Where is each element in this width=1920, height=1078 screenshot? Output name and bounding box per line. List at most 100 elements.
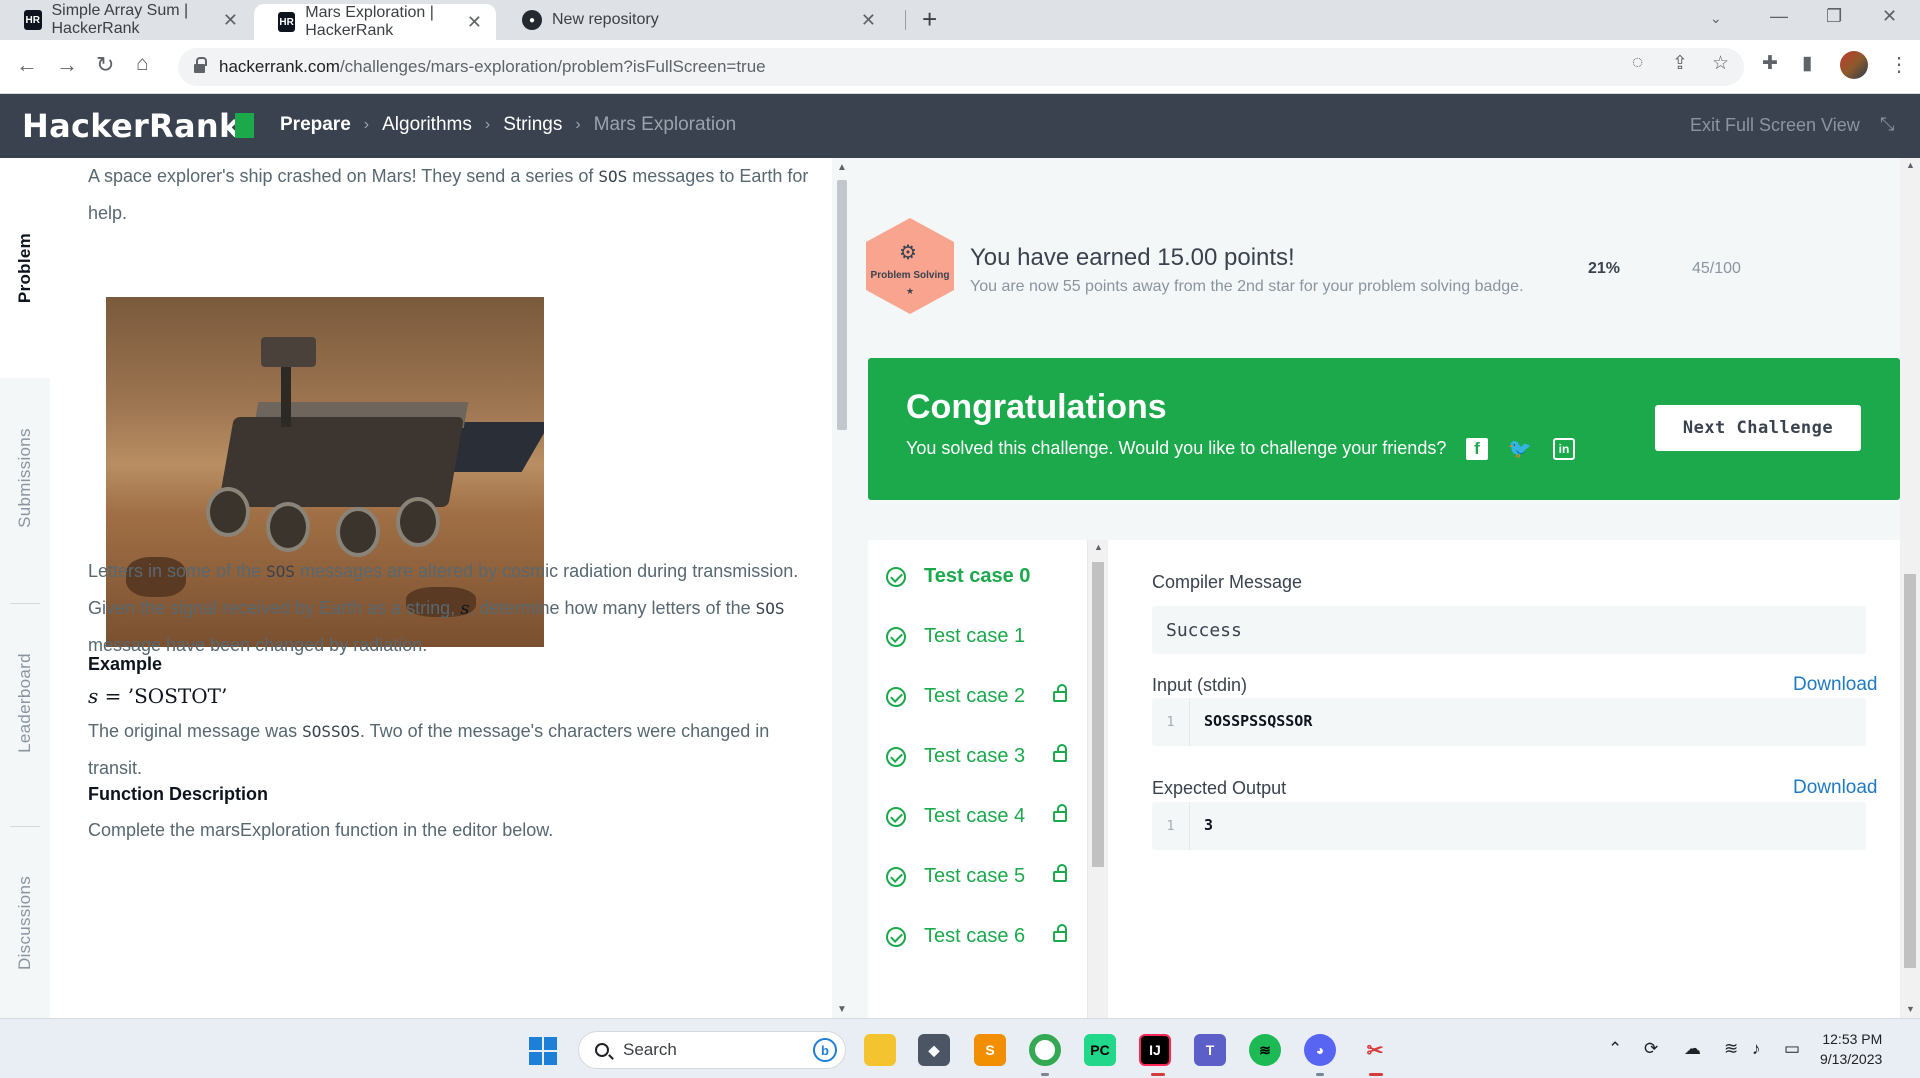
scroll-up-arrow-icon[interactable]: ▲ (837, 162, 847, 173)
breadcrumb-strings[interactable]: Strings (503, 114, 562, 136)
close-tab-icon[interactable]: ✕ (861, 10, 876, 31)
test-case-label: Test case 0 (924, 565, 1031, 587)
hackerrank-header: HackerRank Prepare › Algorithms › String… (0, 94, 1920, 158)
reload-icon[interactable]: ↻ (96, 52, 114, 78)
snipping-tool-icon[interactable]: ✂ (1359, 1034, 1391, 1066)
problem-intro: A space explorer's ship crashed on Mars!… (88, 166, 809, 223)
breadcrumb-algorithms[interactable]: Algorithms (382, 114, 472, 136)
github-favicon-icon: ● (522, 10, 542, 30)
onedrive-icon[interactable]: ☁ (1684, 1039, 1701, 1059)
scroll-down-arrow-icon[interactable]: ▼ (1906, 1004, 1915, 1014)
exit-fullscreen-icon[interactable]: ⤡ (1880, 114, 1894, 135)
problem-paragraph-3: The original message was SOSSOS. Two of … (88, 721, 770, 778)
tray-chevron-up-icon[interactable]: ⌃ (1608, 1039, 1622, 1059)
scroll-down-arrow-icon[interactable]: ▼ (837, 1004, 847, 1015)
side-tab-submissions[interactable]: Submissions (0, 378, 50, 578)
linkedin-icon[interactable]: in (1553, 438, 1575, 460)
scroll-up-arrow-icon[interactable]: ▲ (1906, 160, 1915, 170)
wifi-icon[interactable]: ≋ (1724, 1039, 1738, 1059)
bookmark-star-icon[interactable]: ☆ (1712, 52, 1729, 75)
facebook-icon[interactable]: f (1466, 438, 1488, 460)
side-tab-label: Leaderboard (15, 653, 34, 753)
home-icon[interactable]: ⌂ (136, 52, 149, 76)
sublime-text-icon[interactable]: S (974, 1034, 1006, 1066)
download-input-link[interactable]: Download (1793, 674, 1878, 696)
extensions-puzzle-icon[interactable]: ✚ (1762, 52, 1778, 75)
scrollbar-thumb[interactable] (1092, 562, 1104, 867)
lock-icon (1053, 804, 1067, 822)
browser-tab-mars-exploration[interactable]: HR Mars Exploration | HackerRank ✕ (254, 4, 496, 40)
browser-menu-icon[interactable]: ⋮ (1889, 52, 1909, 77)
windows-start-icon[interactable] (529, 1037, 557, 1065)
badge-icon: ⚙ (899, 242, 917, 264)
forward-arrow-icon[interactable]: → (56, 52, 78, 78)
spotify-icon[interactable]: ≋ (1249, 1034, 1281, 1066)
expected-output-box: 1 3 (1152, 802, 1866, 850)
side-tab-discussions[interactable]: Discussions (0, 828, 50, 1018)
lock-icon (1053, 864, 1067, 882)
test-results-panel: Test case 0 Test case 1 Test case 2 Test… (868, 540, 1900, 1018)
back-arrow-icon[interactable]: ← (16, 52, 38, 78)
test-case-item[interactable]: Test case 6 (868, 900, 1088, 973)
teams-icon[interactable]: T (1194, 1034, 1226, 1066)
chevron-right-icon: › (363, 116, 370, 133)
unity-icon[interactable]: ◆ (918, 1034, 950, 1066)
bing-icon[interactable]: b (813, 1038, 837, 1062)
eye-slash-icon[interactable]: ◌ (1632, 52, 1643, 74)
battery-icon[interactable]: ▭ (1784, 1039, 1800, 1059)
tab-search-chevron-icon[interactable]: ⌄ (1710, 10, 1722, 27)
download-expected-link[interactable]: Download (1793, 777, 1878, 799)
profile-avatar[interactable] (1840, 51, 1868, 79)
scrollbar-thumb[interactable] (1904, 574, 1916, 968)
sync-icon[interactable]: ⟳ (1644, 1039, 1658, 1059)
minimize-icon[interactable]: — (1770, 6, 1788, 27)
running-indicator (1316, 1073, 1324, 1076)
address-bar[interactable]: hackerrank.com/challenges/mars-explorati… (178, 48, 1744, 86)
clock-time: 12:53 PM (1822, 1031, 1883, 1047)
restore-icon[interactable]: ❐ (1826, 6, 1842, 27)
discord-icon[interactable]: ◕ (1304, 1034, 1336, 1066)
taskbar-search-label: Search (623, 1040, 677, 1059)
taskbar-clock[interactable]: 12:53 PM 9/13/2023 (1820, 1029, 1882, 1069)
intellij-icon[interactable]: IJ (1139, 1034, 1171, 1066)
test-case-label: Test case 1 (924, 625, 1026, 647)
compiler-message-box: Success (1152, 606, 1866, 654)
hackerrank-logo[interactable]: HackerRank (22, 107, 241, 145)
side-tab-label: Submissions (15, 428, 34, 528)
lock-icon (1053, 924, 1067, 942)
example-equation: s = ’SOSTOT’ (88, 684, 228, 708)
taskbar-search[interactable]: Search b (578, 1031, 846, 1069)
page-scrollbar[interactable]: ▲ ▼ (1900, 158, 1920, 1018)
url-path: /challenges/mars-exploration/problem?isF… (339, 57, 766, 76)
window-close-icon[interactable]: ✕ (1882, 6, 1897, 27)
side-tab-problem[interactable]: Problem (0, 158, 50, 378)
browser-tab-simple-array-sum[interactable]: HR Simple Array Sum | HackerRank ✕ (0, 0, 252, 40)
browser-tab-new-repository[interactable]: ● New repository ✕ (498, 0, 906, 40)
close-tab-icon[interactable]: ✕ (467, 12, 482, 33)
file-explorer-icon[interactable] (864, 1034, 896, 1066)
pycharm-icon[interactable]: PC (1084, 1034, 1116, 1066)
problem-scrollbar[interactable]: ▲ ▼ (832, 158, 852, 1018)
new-tab-plus-icon[interactable]: + (922, 4, 937, 35)
close-tab-icon[interactable]: ✕ (223, 10, 238, 31)
side-tab-leaderboard[interactable]: Leaderboard (0, 608, 50, 798)
chrome-icon[interactable] (1029, 1034, 1061, 1066)
problem-paragraph-2: Letters in some of the SOS messages are … (88, 561, 799, 655)
side-panel-icon[interactable]: ▮ (1802, 52, 1812, 75)
tab-divider (905, 10, 906, 30)
scrollbar-thumb[interactable] (837, 180, 847, 430)
next-challenge-button[interactable]: Next Challenge (1655, 405, 1861, 451)
hackerrank-favicon-icon: HR (278, 12, 296, 32)
test-case-scrollbar[interactable]: ▲ (1088, 540, 1108, 1018)
url-host: hackerrank.com (219, 57, 340, 76)
side-tab-divider (10, 826, 40, 827)
share-icon[interactable]: ⇪ (1672, 52, 1688, 75)
points-earned-text: You have earned 15.00 points! (970, 244, 1295, 271)
scroll-up-arrow-icon[interactable]: ▲ (1094, 542, 1103, 552)
volume-icon[interactable]: ♪ (1752, 1039, 1761, 1059)
breadcrumb-prepare[interactable]: Prepare (280, 114, 351, 136)
test-case-list: Test case 0 Test case 1 Test case 2 Test… (868, 540, 1088, 1018)
exit-fullscreen-link[interactable]: Exit Full Screen View (1690, 115, 1860, 136)
lock-icon (194, 56, 207, 74)
twitter-icon[interactable]: 🐦 (1508, 438, 1532, 460)
